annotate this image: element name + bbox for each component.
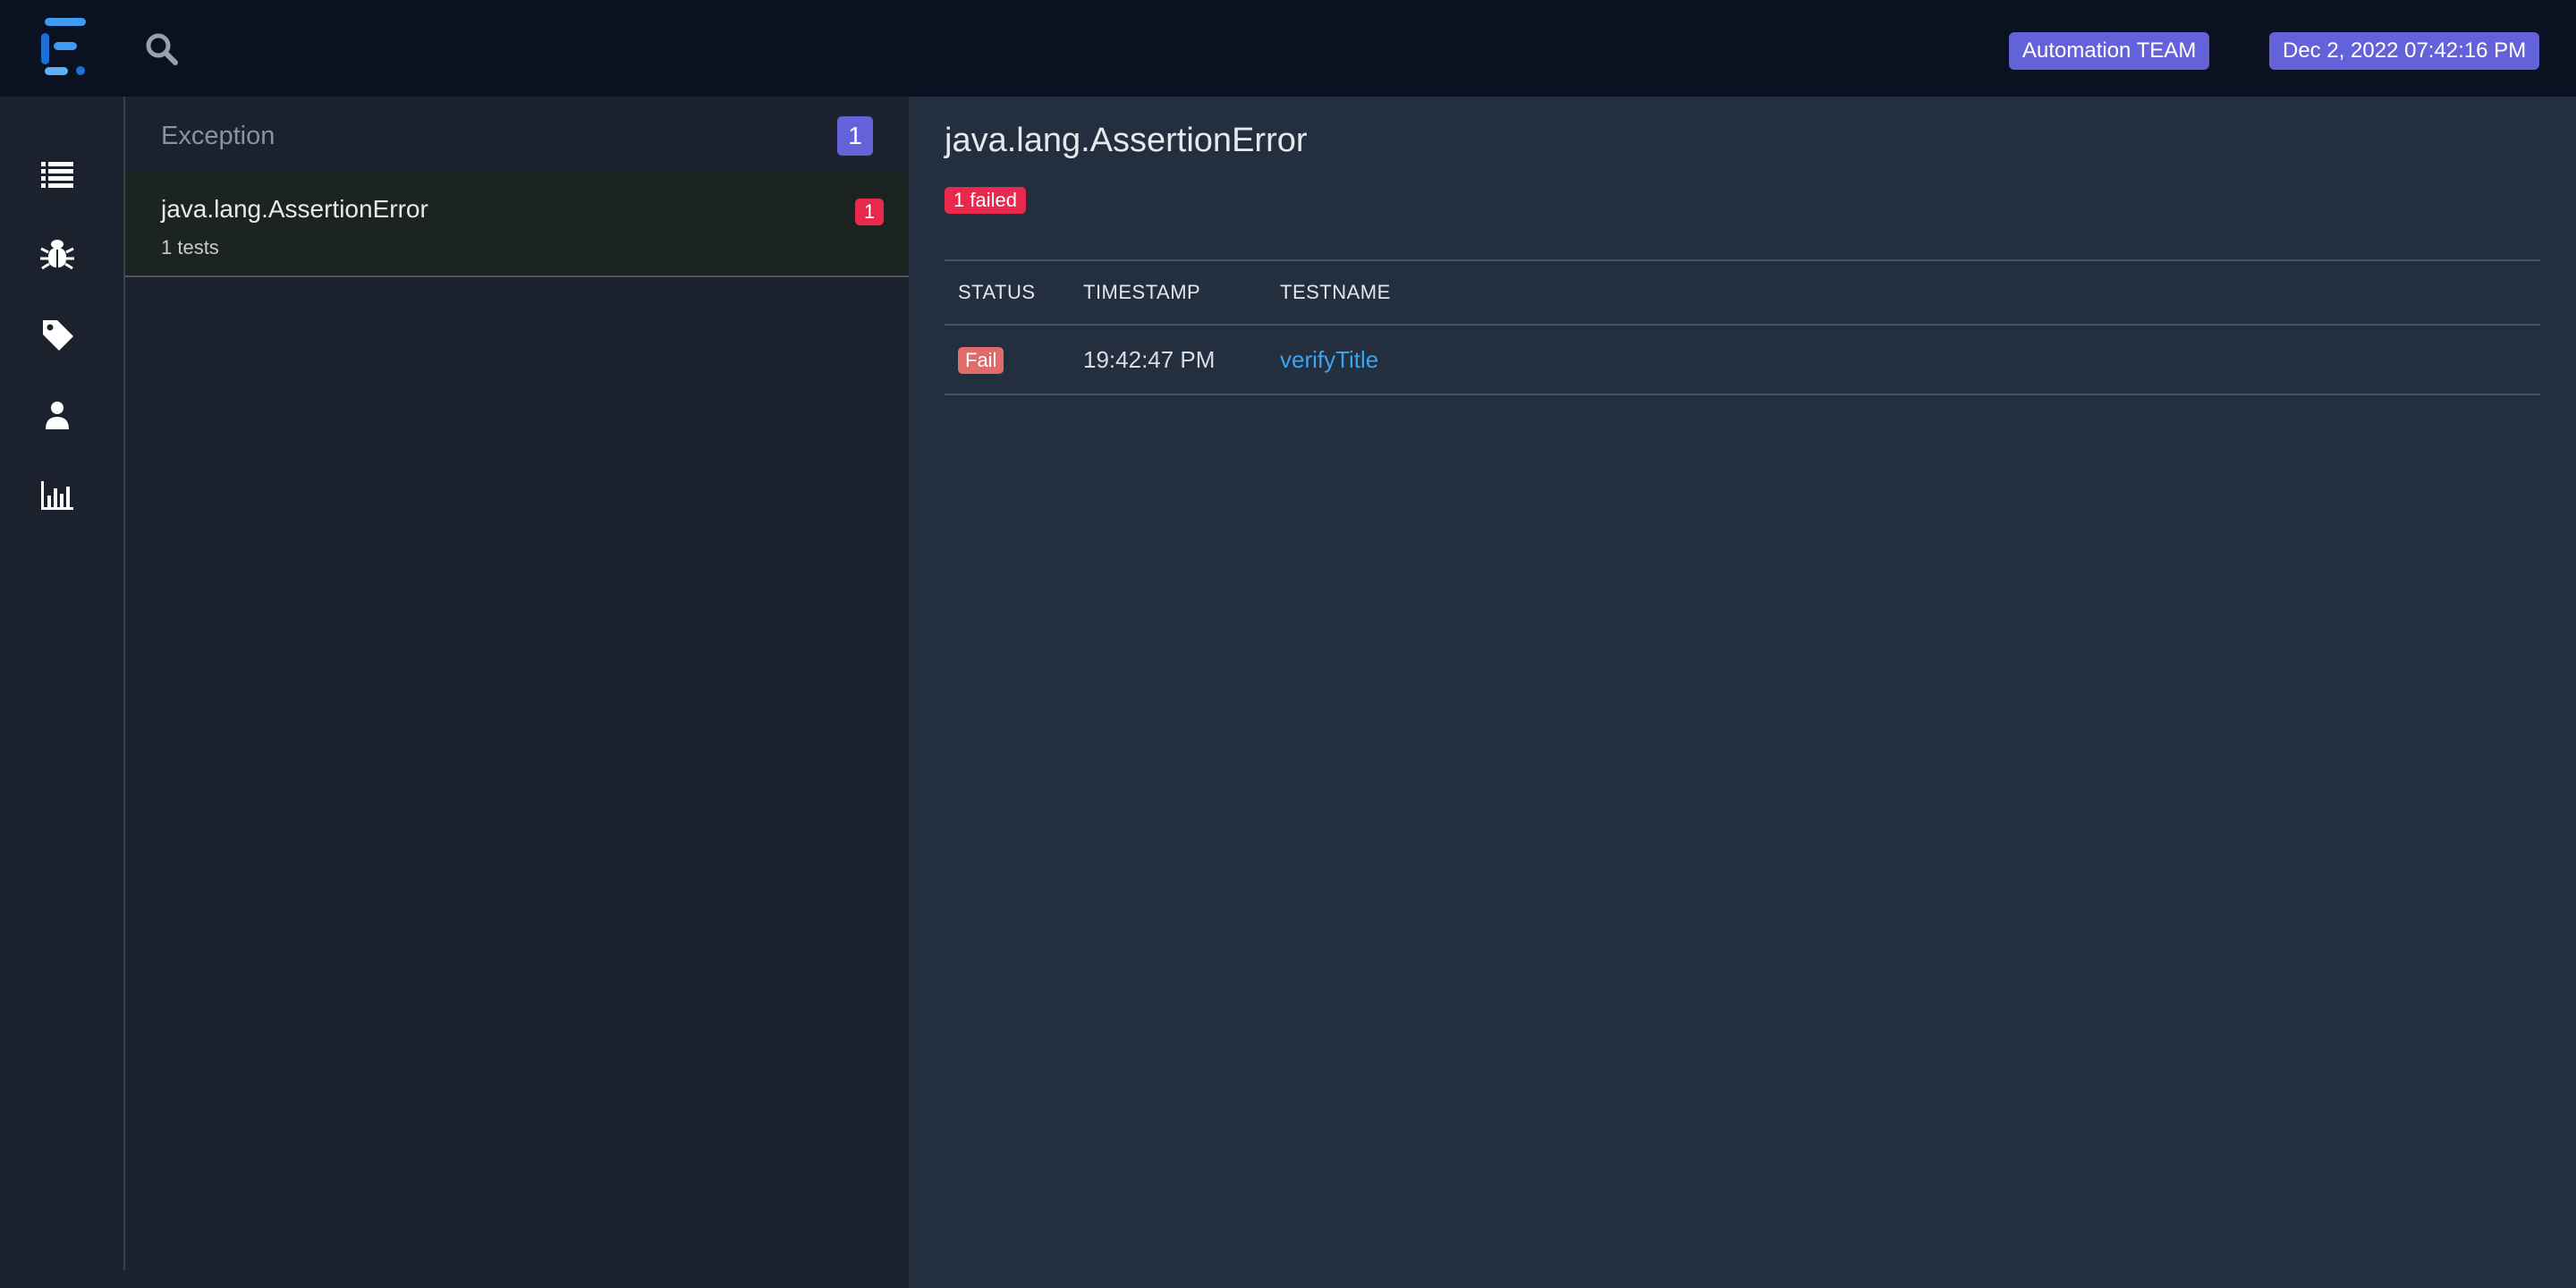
list-header-count-badge: 1 [837, 116, 873, 156]
detail-title: java.lang.AssertionError [945, 122, 1308, 159]
failed-count-badge: 1 failed [945, 187, 1026, 214]
extent-logo-icon[interactable] [41, 18, 89, 75]
list-header-title: Exception [161, 122, 275, 150]
bug-icon [40, 240, 74, 270]
column-header-status: STATUS [945, 259, 1070, 326]
column-header-testname: TESTNAME [1267, 259, 2540, 326]
sidebar-item-dashboard[interactable] [36, 474, 79, 517]
list-item-fail-count-badge: 1 [855, 199, 884, 225]
sidebar-item-exceptions[interactable] [36, 233, 79, 275]
top-bar: Automation TEAM Dec 2, 2022 07:42:16 PM [0, 0, 2576, 97]
team-badge: Automation TEAM [2009, 32, 2210, 70]
list-item-name: java.lang.AssertionError [161, 195, 428, 223]
list-item[interactable]: java.lang.AssertionError 1 tests 1 [125, 174, 909, 277]
report-datetime-badge: Dec 2, 2022 07:42:16 PM [2269, 32, 2540, 70]
testname-cell: verifyTitle [1267, 325, 2540, 395]
user-icon [46, 402, 69, 429]
list-item-test-count: 1 tests [161, 236, 219, 258]
column-header-timestamp: TIMESTAMP [1070, 259, 1267, 326]
sidebar-item-tests[interactable] [36, 152, 79, 195]
table-header-row: STATUS TIMESTAMP TESTNAME [945, 259, 2540, 326]
sidebar-item-tags[interactable] [36, 313, 79, 356]
list-icon [41, 162, 73, 188]
search-icon[interactable] [143, 30, 181, 68]
exception-list-panel: Exception 1 java.lang.AssertionError 1 t… [125, 97, 909, 1288]
table-row: Fail 19:42:47 PM verifyTitle [945, 325, 2540, 395]
list-header: Exception 1 [125, 97, 909, 174]
tag-icon [43, 320, 73, 351]
bar-chart-icon [41, 481, 73, 510]
test-name-link[interactable]: verifyTitle [1280, 346, 1378, 373]
status-cell: Fail [945, 325, 1070, 395]
tests-table: STATUS TIMESTAMP TESTNAME Fail 19:42:47 … [945, 259, 2540, 395]
exception-detail-panel: java.lang.AssertionError 1 failed STATUS… [909, 97, 2576, 1288]
sidebar-nav [0, 97, 125, 1270]
timestamp-cell: 19:42:47 PM [1070, 325, 1267, 395]
sidebar-item-authors[interactable] [36, 394, 79, 436]
status-badge: Fail [958, 347, 1004, 374]
